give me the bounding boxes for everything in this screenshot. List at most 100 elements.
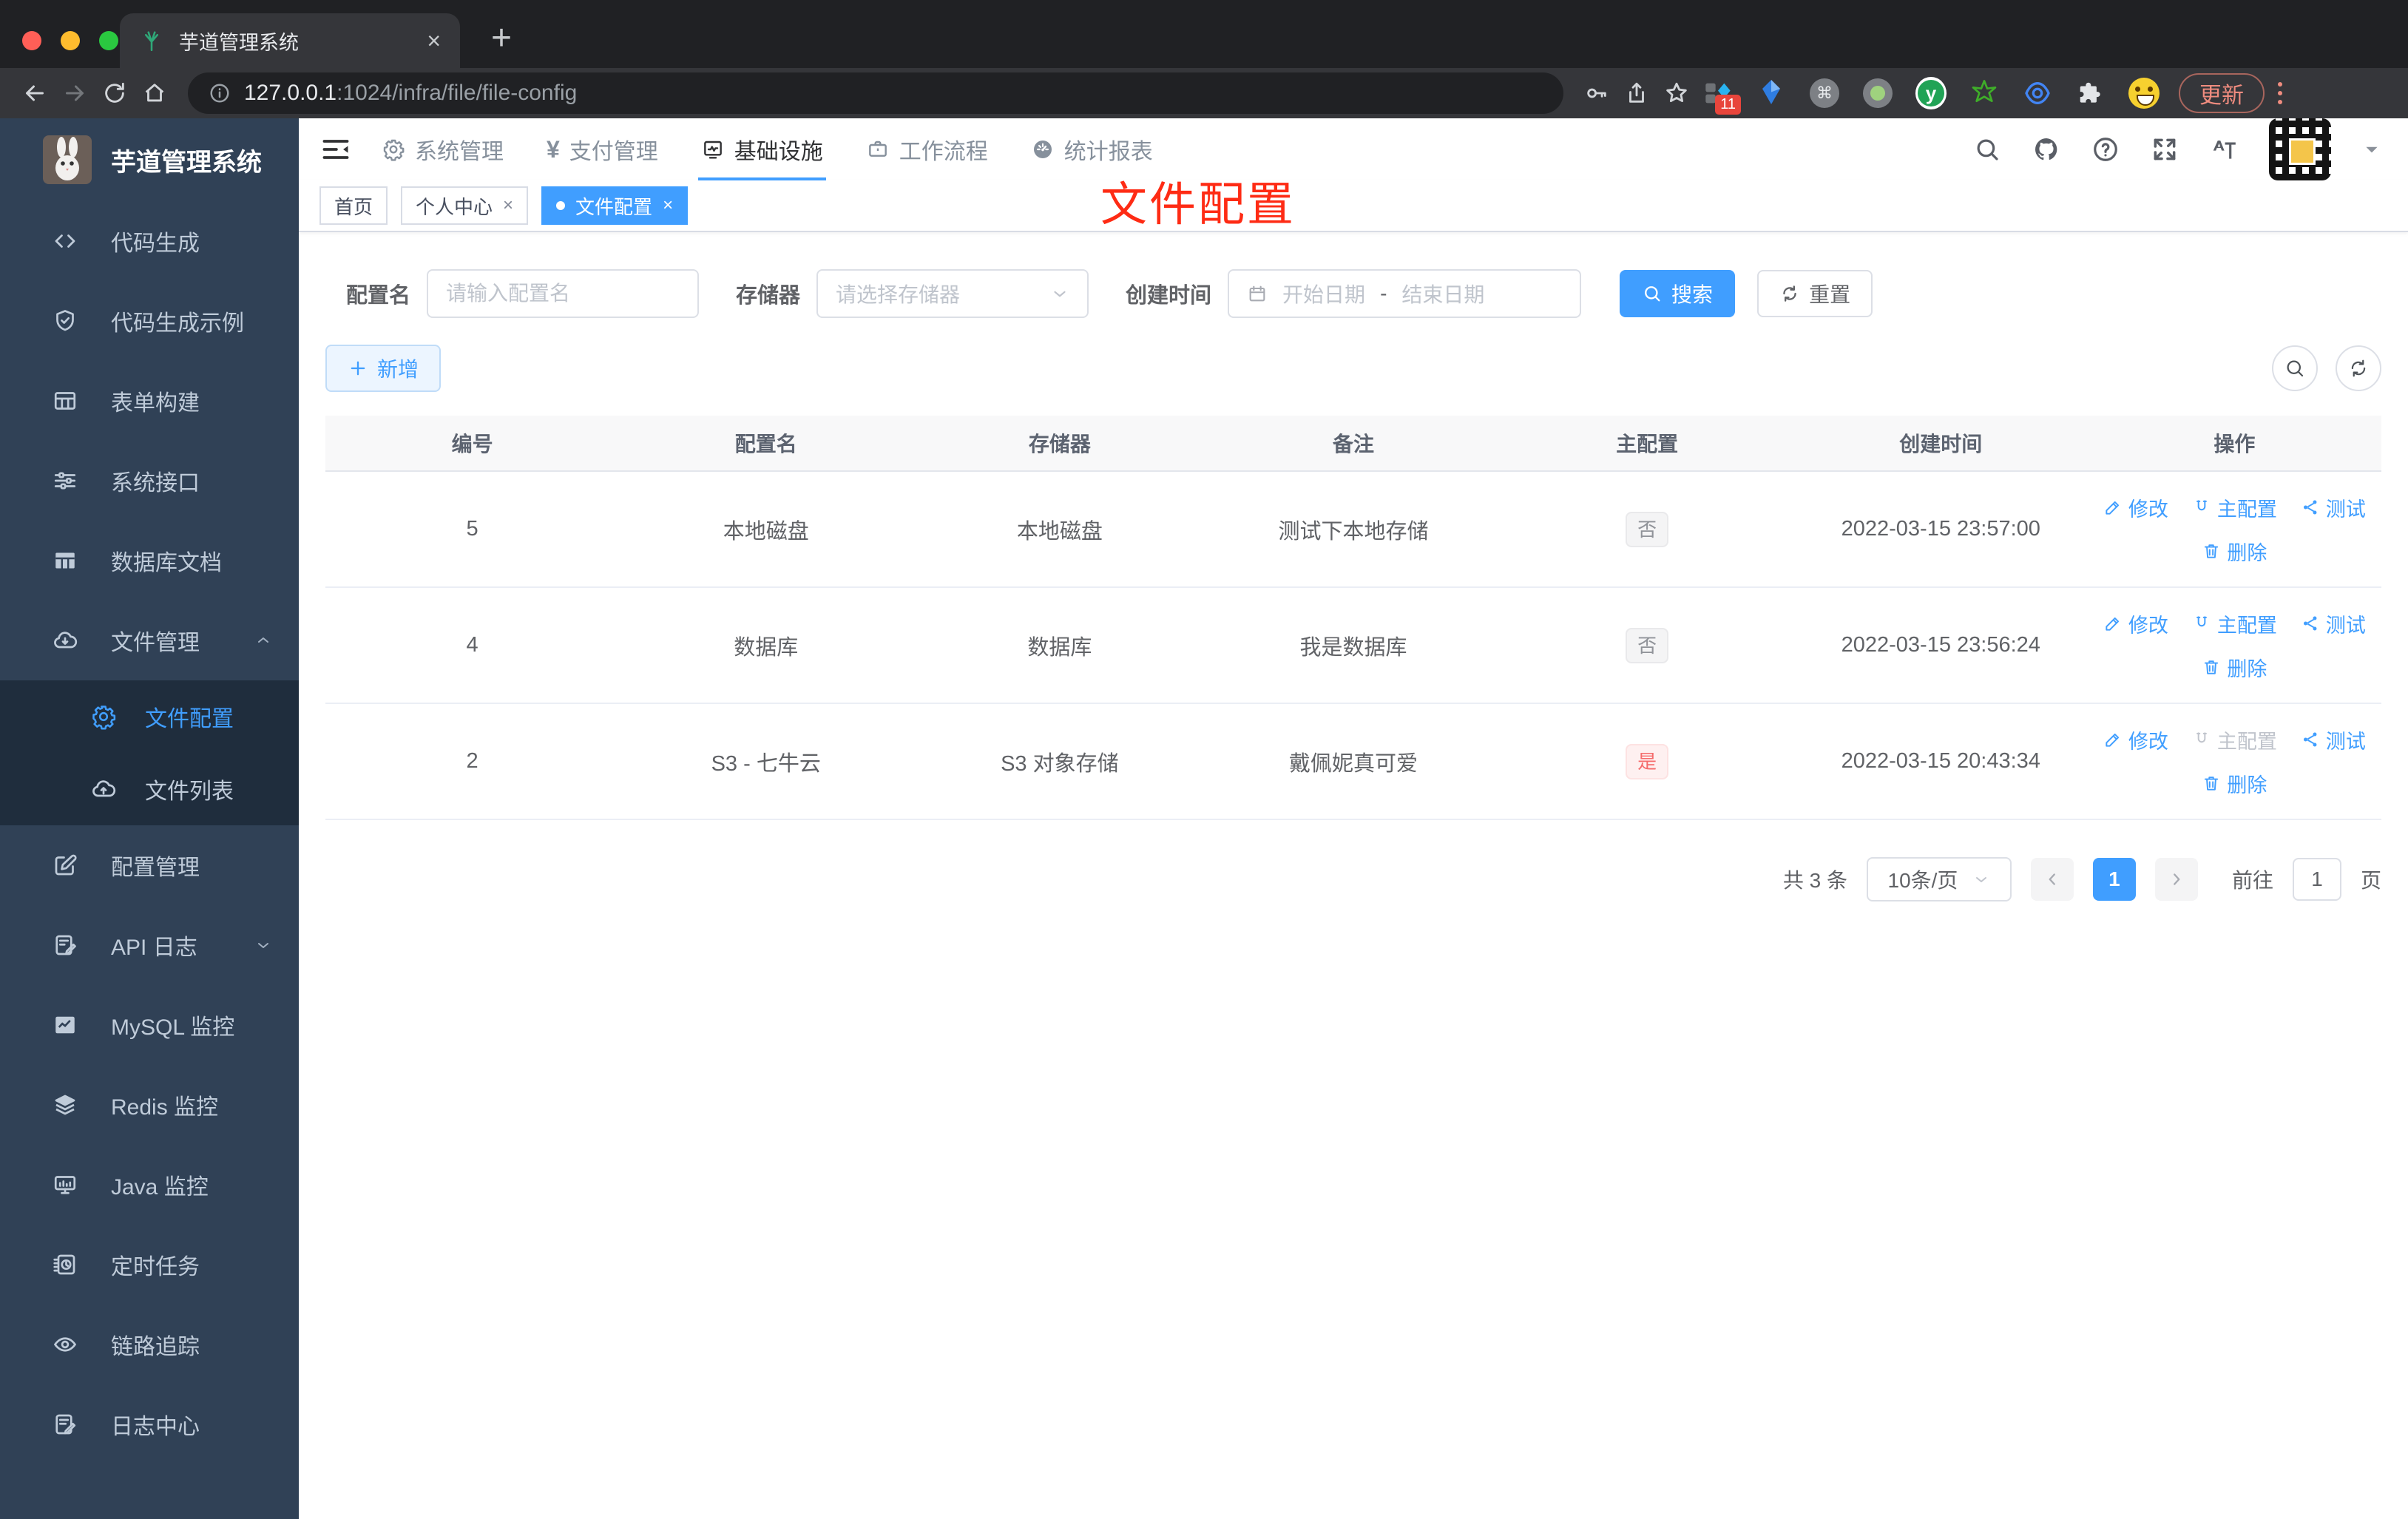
delete-link[interactable]: 删除 bbox=[2202, 653, 2267, 682]
extension-green-dot-icon[interactable] bbox=[1862, 78, 1893, 109]
extension-emoji-icon[interactable] bbox=[2128, 78, 2160, 109]
cell-name: 本地磁盘 bbox=[723, 519, 809, 544]
close-icon[interactable]: × bbox=[503, 195, 513, 216]
sidebar-item-scheduled-tasks[interactable]: 定时任务 bbox=[0, 1225, 299, 1305]
new-tab-button[interactable]: + bbox=[491, 21, 512, 56]
tag-home[interactable]: 首页 bbox=[319, 186, 388, 225]
chrome-menu-icon[interactable] bbox=[2278, 82, 2282, 104]
window-close-button[interactable] bbox=[22, 31, 41, 50]
sidebar-item-tracing[interactable]: 链路追踪 bbox=[0, 1305, 299, 1384]
delete-link[interactable]: 删除 bbox=[2202, 537, 2267, 566]
sidebar-item-file-management[interactable]: 文件管理 bbox=[0, 601, 299, 680]
test-link[interactable]: 测试 bbox=[2301, 493, 2366, 522]
reload-icon[interactable] bbox=[95, 73, 135, 113]
extension-balloon-icon[interactable] bbox=[1756, 78, 1787, 109]
share-icon[interactable] bbox=[1617, 73, 1657, 113]
filter-form: 配置名 存储器 请选择存储器 bbox=[346, 269, 2381, 318]
chevron-left-icon bbox=[2049, 873, 2055, 885]
add-button[interactable]: 新增 bbox=[325, 345, 442, 392]
avatar-caret-icon[interactable] bbox=[2362, 140, 2381, 159]
fullscreen-icon[interactable] bbox=[2151, 135, 2179, 163]
logo: 芋道管理系统 bbox=[0, 118, 299, 201]
master-tag: 否 bbox=[1626, 511, 1669, 547]
sidebar-item-java-monitor[interactable]: Java 监控 bbox=[0, 1145, 299, 1225]
page-size-select[interactable]: 10条/页 bbox=[1866, 857, 2012, 901]
delete-link[interactable]: 删除 bbox=[2202, 769, 2267, 798]
extension-y-icon[interactable]: y bbox=[1915, 77, 1947, 109]
sidebar-item-system-api[interactable]: 系统接口 bbox=[0, 441, 299, 521]
config-name-input[interactable] bbox=[446, 282, 680, 305]
window-minimize-button[interactable] bbox=[61, 31, 80, 50]
cell-remark: 我是数据库 bbox=[1299, 635, 1407, 660]
extension-star-icon[interactable] bbox=[1969, 78, 2000, 109]
cell-id: 2 bbox=[466, 749, 478, 773]
sidebar-item-code-demo[interactable]: 代码生成示例 bbox=[0, 281, 299, 361]
nav-item-workflow[interactable]: 工作流程 bbox=[866, 118, 988, 180]
goto-page-input[interactable] bbox=[2292, 858, 2341, 901]
back-icon[interactable] bbox=[15, 73, 55, 113]
table-row: 4 数据库 数据库 我是数据库 否 2022-03-15 23:56:24 修改… bbox=[325, 588, 2381, 704]
next-page-button[interactable] bbox=[2154, 858, 2198, 901]
plus-icon bbox=[351, 361, 365, 376]
sidebar-item-form-builder[interactable]: 表单构建 bbox=[0, 361, 299, 441]
reset-button[interactable]: 重置 bbox=[1757, 270, 1873, 317]
refresh-table-button[interactable] bbox=[2336, 345, 2381, 391]
browser-tab[interactable]: 芋道管理系统 × bbox=[120, 13, 460, 68]
test-link[interactable]: 测试 bbox=[2301, 725, 2366, 754]
sidebar-item-redis-monitor[interactable]: Redis 监控 bbox=[0, 1065, 299, 1145]
trash-icon bbox=[2205, 660, 2219, 674]
test-link[interactable]: 测试 bbox=[2301, 609, 2366, 638]
sidebar-item-code-gen[interactable]: 代码生成 bbox=[0, 201, 299, 281]
password-key-icon[interactable] bbox=[1577, 73, 1617, 113]
extension-tampermonkey-icon[interactable]: 11 bbox=[1702, 78, 1741, 115]
help-icon[interactable] bbox=[2091, 135, 2120, 163]
extension-eye-icon[interactable] bbox=[2022, 78, 2053, 109]
tab-close-icon[interactable]: × bbox=[427, 29, 441, 53]
nav-item-system[interactable]: 系统管理 bbox=[382, 118, 504, 180]
url-host: 127.0.0.1 bbox=[244, 81, 337, 105]
sidebar-item-config-management[interactable]: 配置管理 bbox=[0, 825, 299, 905]
date-end-placeholder: 结束日期 bbox=[1401, 283, 1485, 306]
edit-link[interactable]: 修改 bbox=[2103, 493, 2168, 522]
sidebar-item-db-doc[interactable]: 数据库文档 bbox=[0, 521, 299, 601]
avatar[interactable] bbox=[2269, 118, 2331, 180]
close-icon[interactable]: × bbox=[663, 195, 673, 216]
home-icon[interactable] bbox=[135, 73, 175, 113]
github-icon[interactable] bbox=[2032, 135, 2060, 163]
extensions-puzzle-icon[interactable] bbox=[2075, 78, 2106, 109]
sidebar-item-log-center[interactable]: 日志中心 bbox=[0, 1384, 299, 1464]
edit-link[interactable]: 修改 bbox=[2103, 609, 2168, 638]
chrome-update-button[interactable]: 更新 bbox=[2179, 73, 2265, 113]
extension-badge: 11 bbox=[1715, 95, 1741, 115]
sidebar-collapse-icon[interactable] bbox=[319, 133, 352, 166]
nav-item-infrastructure[interactable]: 基础设施 bbox=[697, 118, 826, 180]
nav-item-payment[interactable]: ¥ 支付管理 bbox=[547, 118, 658, 180]
date-range-picker[interactable]: 开始日期 - 结束日期 bbox=[1228, 269, 1582, 318]
toggle-search-button[interactable] bbox=[2272, 345, 2318, 391]
extension-command-icon[interactable]: ⌘ bbox=[1809, 78, 1840, 109]
edit-link[interactable]: 修改 bbox=[2103, 725, 2168, 754]
tag-file-config[interactable]: 文件配置 × bbox=[541, 186, 689, 225]
page-1-button[interactable]: 1 bbox=[2092, 858, 2136, 901]
bookmark-star-icon[interactable] bbox=[1657, 73, 1697, 113]
site-info-icon[interactable] bbox=[209, 82, 231, 104]
master-link[interactable]: 主配置 bbox=[2192, 493, 2277, 522]
forward-icon[interactable] bbox=[55, 73, 95, 113]
sidebar-item-api-log[interactable]: API 日志 bbox=[0, 905, 299, 985]
refresh-icon bbox=[1783, 285, 1796, 302]
search-icon[interactable] bbox=[1973, 135, 2001, 163]
address-bar[interactable]: 127.0.0.1:1024/infra/file/file-config bbox=[188, 72, 1563, 114]
sidebar-item-file-config[interactable]: 文件配置 bbox=[0, 680, 299, 753]
master-link[interactable]: 主配置 bbox=[2192, 609, 2277, 638]
sidebar-item-file-list[interactable]: 文件列表 bbox=[0, 753, 299, 825]
config-name-input-wrap bbox=[427, 269, 700, 318]
prev-page-button[interactable] bbox=[2030, 858, 2074, 901]
chevron-down-icon bbox=[254, 936, 272, 954]
sidebar-item-mysql-monitor[interactable]: MySQL 监控 bbox=[0, 985, 299, 1065]
storage-select[interactable]: 请选择存储器 bbox=[816, 269, 1089, 318]
search-button[interactable]: 搜索 bbox=[1620, 270, 1736, 317]
filter-create-time: 创建时间 开始日期 - 结束日期 bbox=[1126, 269, 1582, 318]
tag-profile[interactable]: 个人中心 × bbox=[401, 186, 529, 225]
window-zoom-button[interactable] bbox=[99, 31, 118, 50]
font-size-icon[interactable] bbox=[2210, 135, 2238, 163]
